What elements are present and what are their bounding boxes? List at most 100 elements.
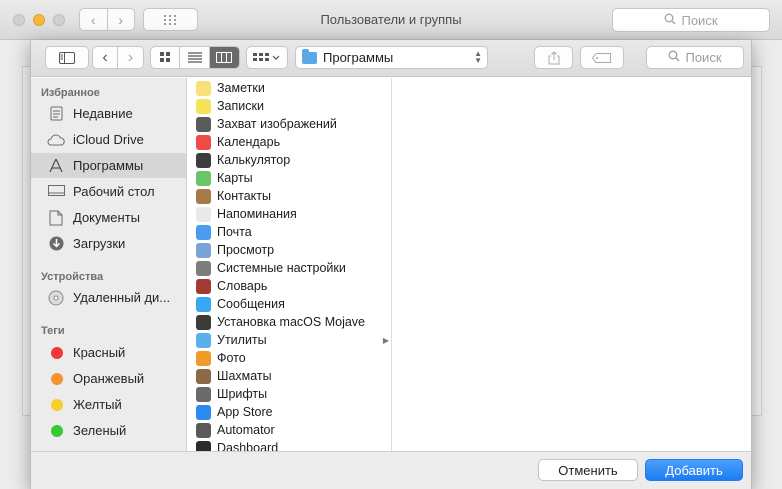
applications-icon	[47, 157, 65, 175]
app-name: Фото	[217, 351, 246, 365]
sidebar-item-downloads[interactable]: Загрузки	[31, 231, 186, 256]
list-item[interactable]: Почта	[188, 223, 391, 241]
app-icon	[196, 314, 211, 330]
search-field[interactable]: Поиск	[646, 46, 744, 69]
back-icon[interactable]: ‹	[93, 47, 119, 68]
desktop-icon	[47, 183, 65, 201]
applications-column: Заметки Записки Захват изображений Календар…	[188, 78, 392, 451]
list-item[interactable]: App Store	[188, 403, 391, 421]
sidebar-item-documents[interactable]: Документы	[31, 205, 186, 230]
sidebar-item-label: iCloud Drive	[73, 132, 144, 147]
view-mode-switcher	[150, 46, 240, 69]
app-name: Календарь	[217, 135, 281, 149]
share-button[interactable]	[534, 46, 573, 69]
sidebar-item-cloud[interactable]: iCloud Drive	[31, 127, 186, 152]
sidebar-item-remote-disc[interactable]: Удаленный ди...	[31, 285, 186, 310]
sidebar-tag-item[interactable]: Зеленый	[31, 418, 186, 443]
app-name: Шахматы	[217, 369, 272, 383]
app-icon	[196, 296, 211, 312]
favorites-header: Избранное	[41, 87, 100, 99]
chooser-toolbar: ‹ › Программы ▲ ▼ Поиск	[31, 40, 751, 77]
list-item[interactable]: Калькулятор	[188, 151, 391, 169]
background-search-field[interactable]: Поиск	[612, 8, 770, 32]
list-item[interactable]: Календарь	[188, 133, 391, 151]
recents-icon	[47, 105, 65, 123]
sidebar-item-label: Красный	[73, 345, 126, 360]
cloud-icon	[47, 131, 65, 149]
app-icon	[196, 404, 211, 420]
list-item[interactable]: Просмотр	[188, 241, 391, 259]
add-button[interactable]: Добавить	[645, 459, 743, 481]
list-item[interactable]: Шрифты	[188, 385, 391, 403]
list-item[interactable]: Dashboard	[188, 439, 391, 451]
tag-color-dot-icon	[51, 346, 63, 359]
app-name: Словарь	[217, 279, 268, 293]
app-name: App Store	[217, 405, 273, 419]
app-name: Записки	[217, 99, 264, 113]
sidebar-tag-item[interactable]: Желтый	[31, 392, 186, 417]
sidebar-item-recents[interactable]: Недавние	[31, 101, 186, 126]
sidebar-toggle-button[interactable]	[45, 46, 89, 69]
app-icon	[196, 80, 211, 96]
app-name: Заметки	[217, 81, 265, 95]
app-icon	[196, 206, 211, 222]
list-item[interactable]: Утилиты ▶	[188, 331, 391, 349]
disclosure-arrow-icon: ▶	[382, 335, 389, 345]
app-name: Калькулятор	[217, 153, 291, 167]
sidebar-tag-item[interactable]: Красный	[31, 340, 186, 365]
history-nav: ‹ ›	[92, 46, 144, 69]
search-placeholder: Поиск	[685, 50, 722, 65]
icon-view-icon[interactable]	[151, 47, 181, 68]
list-view-icon[interactable]	[180, 47, 210, 68]
app-icon	[196, 134, 211, 150]
app-icon	[196, 260, 211, 276]
list-item[interactable]: Словарь	[188, 277, 391, 295]
cancel-button[interactable]: Отменить	[538, 459, 638, 481]
background-titlebar: ‹ › Пользователи и группы Поиск	[0, 0, 782, 40]
list-item[interactable]: Карты	[188, 169, 391, 187]
location-popup[interactable]: Программы ▲ ▼	[295, 46, 488, 69]
arrange-menu-button[interactable]	[246, 46, 288, 69]
list-item[interactable]: Automator	[188, 421, 391, 439]
app-icon	[196, 98, 211, 114]
app-name: Напоминания	[217, 207, 297, 221]
tags-header: Теги	[41, 325, 65, 337]
app-icon	[196, 242, 211, 258]
sidebar-item-label: Удаленный ди...	[73, 290, 171, 305]
documents-icon	[47, 209, 65, 227]
list-item[interactable]: Установка macOS Mojave	[188, 313, 391, 331]
sidebar-tag-item[interactable]: Оранжевый	[31, 366, 186, 391]
list-item[interactable]: Системные настройки	[188, 259, 391, 277]
applications-folder-icon	[302, 48, 317, 64]
app-icon	[196, 332, 211, 348]
app-name: Почта	[217, 225, 252, 239]
list-item[interactable]: Сообщения	[188, 295, 391, 313]
sidebar-item-desktop[interactable]: Рабочий стол	[31, 179, 186, 204]
list-item[interactable]: Записки	[188, 97, 391, 115]
sidebar-item-label: Недавние	[73, 106, 133, 121]
devices-header: Устройства	[41, 271, 104, 283]
list-item[interactable]: Захват изображений	[188, 115, 391, 133]
sidebar-item-label: Оранжевый	[73, 371, 145, 386]
sidebar: Избранное Недавние iCloud Drive Программы Р…	[31, 78, 187, 489]
column-view-icon[interactable]	[209, 47, 239, 68]
chevron-updown-icon: ▲ ▼	[474, 49, 482, 65]
app-icon	[196, 152, 211, 168]
list-item[interactable]: Фото	[188, 349, 391, 367]
list-item[interactable]: Контакты	[188, 187, 391, 205]
app-name: Системные настройки	[217, 261, 346, 275]
app-icon	[196, 386, 211, 402]
list-item[interactable]: Напоминания	[188, 205, 391, 223]
app-name: Контакты	[217, 189, 271, 203]
sidebar-item-applications[interactable]: Программы	[31, 153, 186, 178]
forward-icon[interactable]: ›	[118, 47, 143, 68]
list-item[interactable]: Заметки	[188, 79, 391, 97]
app-icon	[196, 440, 211, 451]
app-icon	[196, 116, 211, 132]
location-label: Программы	[323, 50, 394, 65]
tags-button[interactable]	[580, 46, 624, 69]
list-item[interactable]: Шахматы	[188, 367, 391, 385]
app-icon	[196, 170, 211, 186]
tag-color-dot-icon	[51, 398, 63, 411]
search-icon	[668, 50, 680, 65]
